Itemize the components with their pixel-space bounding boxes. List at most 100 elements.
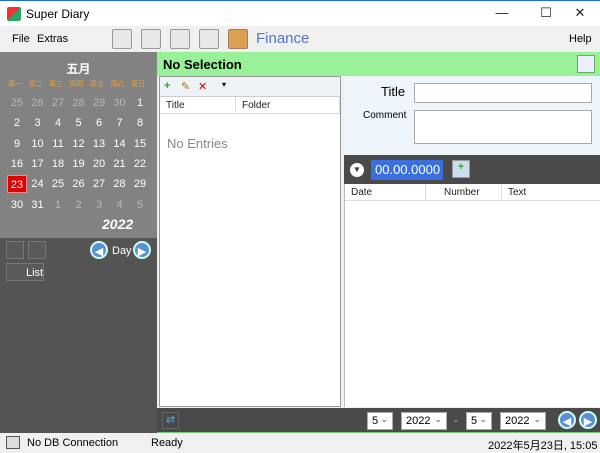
- comment-input[interactable]: [414, 110, 592, 144]
- from-month-select[interactable]: 5 ⌄: [367, 412, 393, 430]
- to-month-select[interactable]: 5 ⌄: [466, 412, 492, 430]
- from-year-select[interactable]: 2022 ⌄: [401, 412, 447, 430]
- calendar-day[interactable]: 2: [69, 196, 89, 214]
- calendar-day[interactable]: 28: [69, 94, 89, 112]
- entries-panel: + ✎ ✕ ▾ Title Folder No Entries: [159, 76, 341, 407]
- calendar-day[interactable]: 2: [7, 114, 27, 132]
- calendar-day[interactable]: 9: [7, 135, 27, 153]
- weekday-label: 周三: [49, 81, 63, 88]
- calendar-day[interactable]: 19: [69, 155, 89, 173]
- finance-grid-icon[interactable]: [228, 29, 248, 49]
- calendar-day[interactable]: 6: [89, 114, 109, 132]
- menu-extras[interactable]: Extras: [37, 33, 68, 45]
- password-lock-icon[interactable]: [170, 29, 190, 49]
- weekday-label: 周五: [90, 81, 104, 88]
- calendar-day[interactable]: 24: [28, 175, 48, 193]
- calendar-day[interactable]: 7: [110, 114, 130, 132]
- comment-label: Comment: [363, 110, 407, 121]
- maximize-button[interactable]: ☐: [531, 5, 561, 23]
- calendar-day[interactable]: 20: [89, 155, 109, 173]
- calendar-day[interactable]: 8: [130, 114, 150, 132]
- title-input[interactable]: [414, 83, 592, 103]
- sync-icon[interactable]: ⇄: [162, 412, 179, 429]
- list-label: List: [26, 267, 44, 279]
- calendar-day[interactable]: 1: [130, 94, 150, 112]
- module-title: Finance: [256, 30, 310, 47]
- next-day-button[interactable]: ▶: [133, 241, 151, 259]
- column-title[interactable]: Title: [160, 97, 236, 114]
- column-folder[interactable]: Folder: [236, 97, 340, 114]
- selection-title: No Selection: [163, 57, 242, 72]
- calendar-day[interactable]: 5: [69, 114, 89, 132]
- add-record-icon[interactable]: +: [452, 160, 470, 178]
- calendar-day[interactable]: 23: [7, 175, 27, 194]
- calendar-day[interactable]: 4: [48, 114, 68, 132]
- calendar-day[interactable]: 28: [110, 175, 130, 193]
- calendar-month: 五月: [66, 62, 91, 76]
- calendar-day[interactable]: 13: [89, 135, 109, 153]
- column-date[interactable]: Date: [345, 184, 426, 201]
- prev-range-button[interactable]: ◀: [558, 411, 576, 429]
- title-label: Title: [381, 84, 406, 99]
- weekday-label: 周日: [131, 81, 145, 88]
- app-logo-icon: [7, 7, 21, 21]
- calendar-day[interactable]: 15: [130, 135, 150, 153]
- column-number[interactable]: Number: [426, 184, 502, 201]
- calendar-day[interactable]: 26: [69, 175, 89, 193]
- calendar-day[interactable]: 27: [89, 175, 109, 193]
- column-text[interactable]: Text: [502, 184, 600, 201]
- to-year-select[interactable]: 2022 ⌄: [500, 412, 546, 430]
- calendar-day[interactable]: 16: [7, 155, 27, 173]
- day-label: Day: [112, 245, 132, 257]
- edit-entry-icon[interactable]: ✎: [181, 80, 195, 94]
- calendar-year[interactable]: 2022: [102, 216, 133, 232]
- calendar-day[interactable]: 26: [28, 94, 48, 112]
- calendar-day[interactable]: 31: [28, 196, 48, 214]
- date-field[interactable]: 00.00.0000: [371, 160, 443, 180]
- database-icon: [6, 436, 20, 449]
- notes-icon[interactable]: [141, 29, 161, 49]
- list-button[interactable]: List: [6, 263, 44, 281]
- diary-icon[interactable]: [112, 29, 132, 49]
- datetime-status: 2022年5月23日, 15:05: [488, 440, 598, 452]
- calendar-day[interactable]: 18: [48, 155, 68, 173]
- calendar-day[interactable]: 22: [130, 155, 150, 173]
- calendar-day[interactable]: 29: [89, 94, 109, 112]
- minimize-button[interactable]: —: [487, 5, 517, 23]
- address-book-icon[interactable]: [199, 29, 219, 49]
- calendar-day[interactable]: 21: [110, 155, 130, 173]
- calendar-day[interactable]: 30: [7, 196, 27, 214]
- calendar-day[interactable]: 14: [110, 135, 130, 153]
- calendar-day[interactable]: 25: [48, 175, 68, 193]
- new-window-icon[interactable]: [577, 55, 595, 73]
- prev-day-button[interactable]: ◀: [90, 241, 108, 259]
- next-range-button[interactable]: ▶: [579, 411, 597, 429]
- add-entry-icon[interactable]: +: [164, 80, 178, 94]
- calendar-day[interactable]: 4: [110, 196, 130, 214]
- calendar-day[interactable]: 27: [48, 94, 68, 112]
- menu-bar: File Extras Finance Help: [0, 26, 600, 52]
- calendar-day[interactable]: 10: [28, 135, 48, 153]
- menu-help[interactable]: Help: [569, 33, 592, 45]
- calendar-day[interactable]: 30: [110, 94, 130, 112]
- delete-entry-icon[interactable]: ✕: [198, 80, 212, 94]
- dropdown-arrow-icon[interactable]: ▾: [222, 80, 226, 89]
- calendar-day[interactable]: 11: [48, 135, 68, 153]
- menu-file[interactable]: File: [12, 33, 30, 45]
- weekday-label: 周四: [69, 81, 84, 88]
- collapse-chevron-icon[interactable]: ▼: [350, 163, 364, 177]
- finance-toolbar: ▼ 00.00.0000 +: [344, 155, 600, 184]
- calendar-day[interactable]: 29: [130, 175, 150, 193]
- calendar-day[interactable]: 17: [28, 155, 48, 173]
- calendar-day[interactable]: 5: [130, 196, 150, 214]
- calendar-day[interactable]: 3: [89, 196, 109, 214]
- status-bar: No DB Connection Ready 2022年5月23日, 15:05: [0, 433, 600, 453]
- search-binoculars-icon[interactable]: [28, 241, 46, 259]
- calendar-day[interactable]: 1: [48, 196, 68, 214]
- close-button[interactable]: ✕: [565, 5, 595, 23]
- calendar: 五月 周一 周二 周三 周四 周五 周六 周日 25 26 27 28 29 30 1 2 3 4 5 6 7 8 9 10…: [0, 52, 157, 238]
- calendar-view-icon[interactable]: [6, 241, 24, 259]
- calendar-day[interactable]: 12: [69, 135, 89, 153]
- calendar-day[interactable]: 25: [7, 94, 27, 112]
- calendar-day[interactable]: 3: [28, 114, 48, 132]
